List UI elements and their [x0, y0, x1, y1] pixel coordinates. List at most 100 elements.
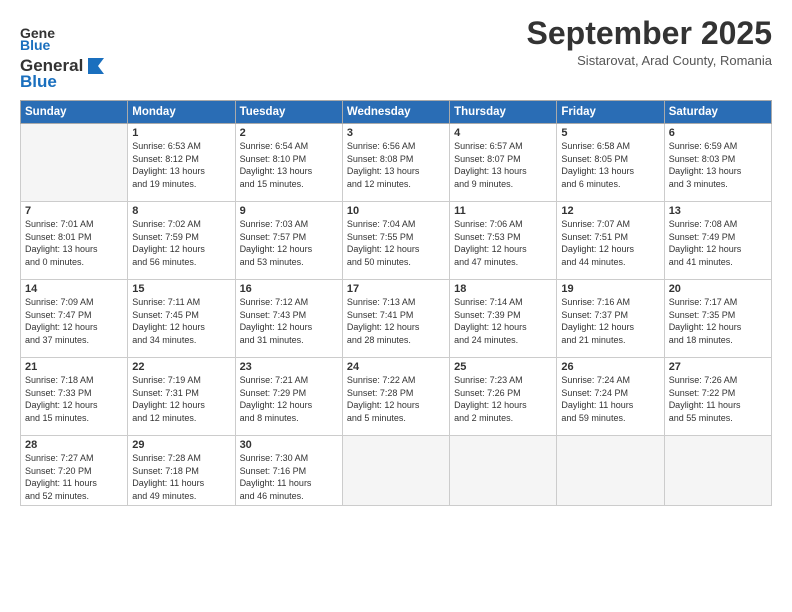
day-info: Sunrise: 6:53 AMSunset: 8:12 PMDaylight:…	[132, 140, 230, 190]
calendar-table: SundayMondayTuesdayWednesdayThursdayFrid…	[20, 100, 772, 506]
calendar-cell: 8Sunrise: 7:02 AMSunset: 7:59 PMDaylight…	[128, 202, 235, 280]
title-block: September 2025 Sistarovat, Arad County, …	[527, 16, 772, 68]
day-number: 8	[132, 205, 230, 217]
calendar-cell: 13Sunrise: 7:08 AMSunset: 7:49 PMDayligh…	[664, 202, 771, 280]
weekday-monday: Monday	[128, 101, 235, 124]
day-info: Sunrise: 7:08 AMSunset: 7:49 PMDaylight:…	[669, 218, 767, 268]
calendar-cell: 17Sunrise: 7:13 AMSunset: 7:41 PMDayligh…	[342, 280, 449, 358]
calendar-cell	[342, 436, 449, 506]
calendar-cell: 30Sunrise: 7:30 AMSunset: 7:16 PMDayligh…	[235, 436, 342, 506]
day-number: 18	[454, 283, 552, 295]
calendar-cell: 19Sunrise: 7:16 AMSunset: 7:37 PMDayligh…	[557, 280, 664, 358]
week-row-5: 28Sunrise: 7:27 AMSunset: 7:20 PMDayligh…	[21, 436, 772, 506]
day-info: Sunrise: 7:28 AMSunset: 7:18 PMDaylight:…	[132, 452, 230, 502]
week-row-3: 14Sunrise: 7:09 AMSunset: 7:47 PMDayligh…	[21, 280, 772, 358]
calendar-cell: 6Sunrise: 6:59 AMSunset: 8:03 PMDaylight…	[664, 124, 771, 202]
day-number: 5	[561, 127, 659, 139]
day-info: Sunrise: 7:17 AMSunset: 7:35 PMDaylight:…	[669, 296, 767, 346]
day-number: 20	[669, 283, 767, 295]
day-info: Sunrise: 7:07 AMSunset: 7:51 PMDaylight:…	[561, 218, 659, 268]
day-info: Sunrise: 6:59 AMSunset: 8:03 PMDaylight:…	[669, 140, 767, 190]
calendar-cell: 5Sunrise: 6:58 AMSunset: 8:05 PMDaylight…	[557, 124, 664, 202]
day-info: Sunrise: 7:04 AMSunset: 7:55 PMDaylight:…	[347, 218, 445, 268]
calendar-cell: 16Sunrise: 7:12 AMSunset: 7:43 PMDayligh…	[235, 280, 342, 358]
weekday-wednesday: Wednesday	[342, 101, 449, 124]
day-info: Sunrise: 6:54 AMSunset: 8:10 PMDaylight:…	[240, 140, 338, 190]
day-info: Sunrise: 7:18 AMSunset: 7:33 PMDaylight:…	[25, 374, 123, 424]
day-info: Sunrise: 7:23 AMSunset: 7:26 PMDaylight:…	[454, 374, 552, 424]
day-number: 3	[347, 127, 445, 139]
logo-flag-icon	[84, 56, 106, 76]
day-number: 13	[669, 205, 767, 217]
week-row-2: 7Sunrise: 7:01 AMSunset: 8:01 PMDaylight…	[21, 202, 772, 280]
day-number: 6	[669, 127, 767, 139]
day-number: 15	[132, 283, 230, 295]
calendar-cell: 14Sunrise: 7:09 AMSunset: 7:47 PMDayligh…	[21, 280, 128, 358]
day-number: 30	[240, 439, 338, 451]
day-info: Sunrise: 6:58 AMSunset: 8:05 PMDaylight:…	[561, 140, 659, 190]
day-info: Sunrise: 7:09 AMSunset: 7:47 PMDaylight:…	[25, 296, 123, 346]
weekday-tuesday: Tuesday	[235, 101, 342, 124]
day-info: Sunrise: 7:30 AMSunset: 7:16 PMDaylight:…	[240, 452, 338, 502]
day-info: Sunrise: 7:22 AMSunset: 7:28 PMDaylight:…	[347, 374, 445, 424]
calendar-cell: 7Sunrise: 7:01 AMSunset: 8:01 PMDaylight…	[21, 202, 128, 280]
day-info: Sunrise: 7:12 AMSunset: 7:43 PMDaylight:…	[240, 296, 338, 346]
day-number: 12	[561, 205, 659, 217]
weekday-header-row: SundayMondayTuesdayWednesdayThursdayFrid…	[21, 101, 772, 124]
day-info: Sunrise: 7:06 AMSunset: 7:53 PMDaylight:…	[454, 218, 552, 268]
weekday-friday: Friday	[557, 101, 664, 124]
day-number: 24	[347, 361, 445, 373]
calendar-cell: 18Sunrise: 7:14 AMSunset: 7:39 PMDayligh…	[450, 280, 557, 358]
calendar-page: General Blue General Blue September 2025…	[0, 0, 792, 612]
calendar-cell: 22Sunrise: 7:19 AMSunset: 7:31 PMDayligh…	[128, 358, 235, 436]
day-number: 4	[454, 127, 552, 139]
day-number: 16	[240, 283, 338, 295]
week-row-1: 1Sunrise: 6:53 AMSunset: 8:12 PMDaylight…	[21, 124, 772, 202]
day-number: 27	[669, 361, 767, 373]
calendar-cell: 9Sunrise: 7:03 AMSunset: 7:57 PMDaylight…	[235, 202, 342, 280]
calendar-cell: 23Sunrise: 7:21 AMSunset: 7:29 PMDayligh…	[235, 358, 342, 436]
day-info: Sunrise: 7:19 AMSunset: 7:31 PMDaylight:…	[132, 374, 230, 424]
calendar-cell: 26Sunrise: 7:24 AMSunset: 7:24 PMDayligh…	[557, 358, 664, 436]
svg-text:Blue: Blue	[20, 37, 51, 53]
calendar-cell: 28Sunrise: 7:27 AMSunset: 7:20 PMDayligh…	[21, 436, 128, 506]
logo-blue: Blue	[20, 72, 57, 92]
header: General Blue General Blue September 2025…	[20, 16, 772, 92]
day-number: 26	[561, 361, 659, 373]
day-info: Sunrise: 7:24 AMSunset: 7:24 PMDaylight:…	[561, 374, 659, 424]
calendar-cell: 15Sunrise: 7:11 AMSunset: 7:45 PMDayligh…	[128, 280, 235, 358]
logo: General Blue General Blue	[20, 20, 106, 92]
day-info: Sunrise: 7:21 AMSunset: 7:29 PMDaylight:…	[240, 374, 338, 424]
calendar-cell	[450, 436, 557, 506]
logo-icon: General Blue	[20, 20, 56, 56]
day-number: 28	[25, 439, 123, 451]
day-number: 21	[25, 361, 123, 373]
day-info: Sunrise: 7:16 AMSunset: 7:37 PMDaylight:…	[561, 296, 659, 346]
day-number: 19	[561, 283, 659, 295]
day-number: 10	[347, 205, 445, 217]
calendar-cell: 24Sunrise: 7:22 AMSunset: 7:28 PMDayligh…	[342, 358, 449, 436]
day-info: Sunrise: 7:01 AMSunset: 8:01 PMDaylight:…	[25, 218, 123, 268]
day-info: Sunrise: 7:13 AMSunset: 7:41 PMDaylight:…	[347, 296, 445, 346]
calendar-cell	[21, 124, 128, 202]
weekday-thursday: Thursday	[450, 101, 557, 124]
week-row-4: 21Sunrise: 7:18 AMSunset: 7:33 PMDayligh…	[21, 358, 772, 436]
calendar-cell: 1Sunrise: 6:53 AMSunset: 8:12 PMDaylight…	[128, 124, 235, 202]
calendar-cell: 12Sunrise: 7:07 AMSunset: 7:51 PMDayligh…	[557, 202, 664, 280]
day-number: 11	[454, 205, 552, 217]
day-info: Sunrise: 7:26 AMSunset: 7:22 PMDaylight:…	[669, 374, 767, 424]
calendar-cell: 2Sunrise: 6:54 AMSunset: 8:10 PMDaylight…	[235, 124, 342, 202]
calendar-cell: 25Sunrise: 7:23 AMSunset: 7:26 PMDayligh…	[450, 358, 557, 436]
day-info: Sunrise: 6:56 AMSunset: 8:08 PMDaylight:…	[347, 140, 445, 190]
day-info: Sunrise: 7:14 AMSunset: 7:39 PMDaylight:…	[454, 296, 552, 346]
calendar-cell	[664, 436, 771, 506]
calendar-cell: 11Sunrise: 7:06 AMSunset: 7:53 PMDayligh…	[450, 202, 557, 280]
day-number: 7	[25, 205, 123, 217]
day-number: 23	[240, 361, 338, 373]
calendar-cell: 10Sunrise: 7:04 AMSunset: 7:55 PMDayligh…	[342, 202, 449, 280]
location: Sistarovat, Arad County, Romania	[527, 53, 772, 68]
day-number: 14	[25, 283, 123, 295]
day-number: 9	[240, 205, 338, 217]
calendar-cell	[557, 436, 664, 506]
day-number: 25	[454, 361, 552, 373]
